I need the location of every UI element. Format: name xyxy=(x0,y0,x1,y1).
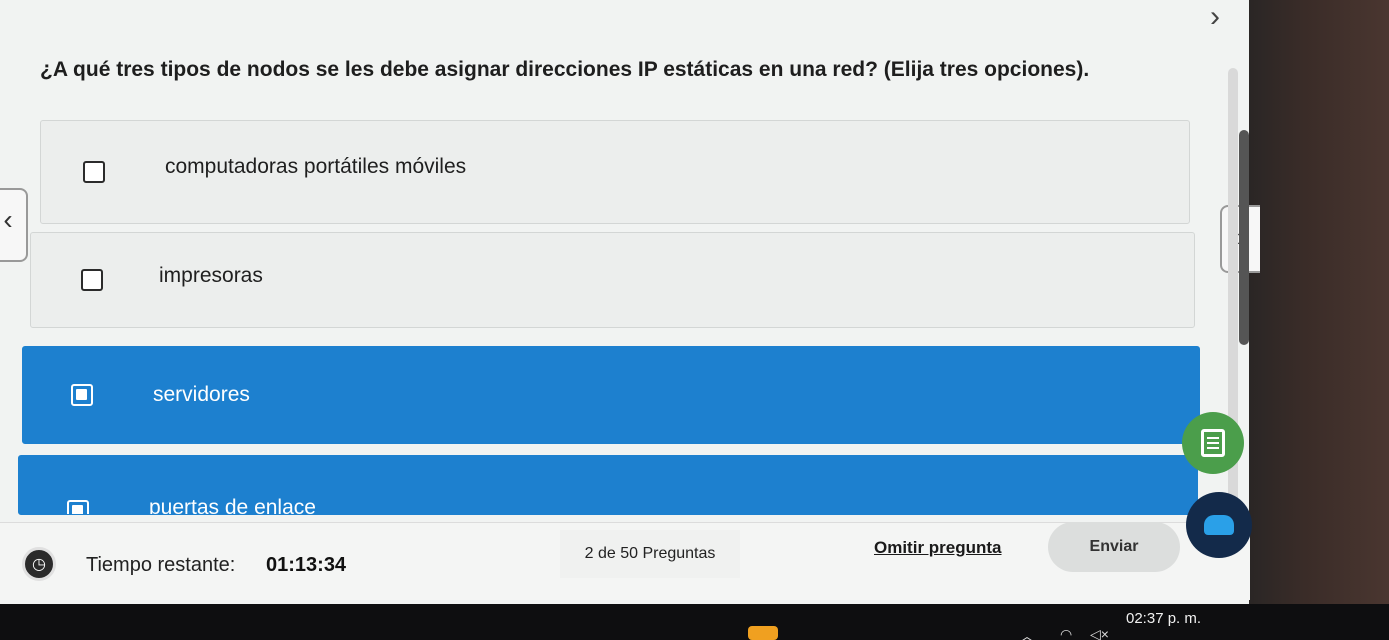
chevron-up-icon[interactable]: ︿ xyxy=(1020,626,1034,640)
speaker-muted-icon[interactable]: ◁× xyxy=(1090,626,1109,640)
option-label: computadoras portátiles móviles xyxy=(165,155,467,178)
notes-icon xyxy=(1201,429,1225,457)
notes-button[interactable] xyxy=(1182,412,1244,474)
timer-icon: ◷ xyxy=(22,547,56,581)
option-computadoras-portatiles[interactable]: computadoras portátiles móviles xyxy=(40,120,1190,224)
taskbar-app-icon[interactable] xyxy=(748,626,778,640)
option-label: impresoras xyxy=(159,264,263,287)
checkbox[interactable] xyxy=(81,269,103,291)
checkbox[interactable] xyxy=(83,161,105,183)
question-text: ¿A qué tres tipos de nodos se les debe a… xyxy=(40,58,1090,81)
assistant-button[interactable] xyxy=(1186,492,1252,558)
option-impresoras[interactable]: impresoras xyxy=(30,232,1195,328)
wifi-icon[interactable]: ◠ xyxy=(1060,626,1072,640)
assistant-icon xyxy=(1204,515,1234,535)
question-counter: 2 de 50 Preguntas xyxy=(560,530,740,578)
checkbox-checked[interactable] xyxy=(71,384,93,406)
next-page-icon[interactable]: › xyxy=(1200,2,1230,32)
skip-question-link[interactable]: Omitir pregunta xyxy=(874,538,1002,558)
desk-background xyxy=(1249,0,1389,640)
chevron-left-icon: ‹ xyxy=(3,204,13,235)
taskbar-clock[interactable]: 02:37 p. m. xyxy=(1126,610,1201,627)
timer-label: Tiempo restante: xyxy=(86,554,236,576)
option-label: servidores xyxy=(153,383,250,406)
option-servidores[interactable]: servidores xyxy=(22,346,1200,444)
timer-value: 01:13:34 xyxy=(266,554,347,576)
checkbox-checked[interactable] xyxy=(67,500,89,514)
option-label: puertas de enlace xyxy=(149,496,316,515)
scrollbar-thumb[interactable] xyxy=(1239,130,1249,345)
previous-question-button[interactable]: ‹ xyxy=(0,188,28,262)
option-puertas-de-enlace[interactable]: puertas de enlace xyxy=(18,455,1198,515)
submit-button[interactable]: Enviar xyxy=(1048,522,1180,572)
